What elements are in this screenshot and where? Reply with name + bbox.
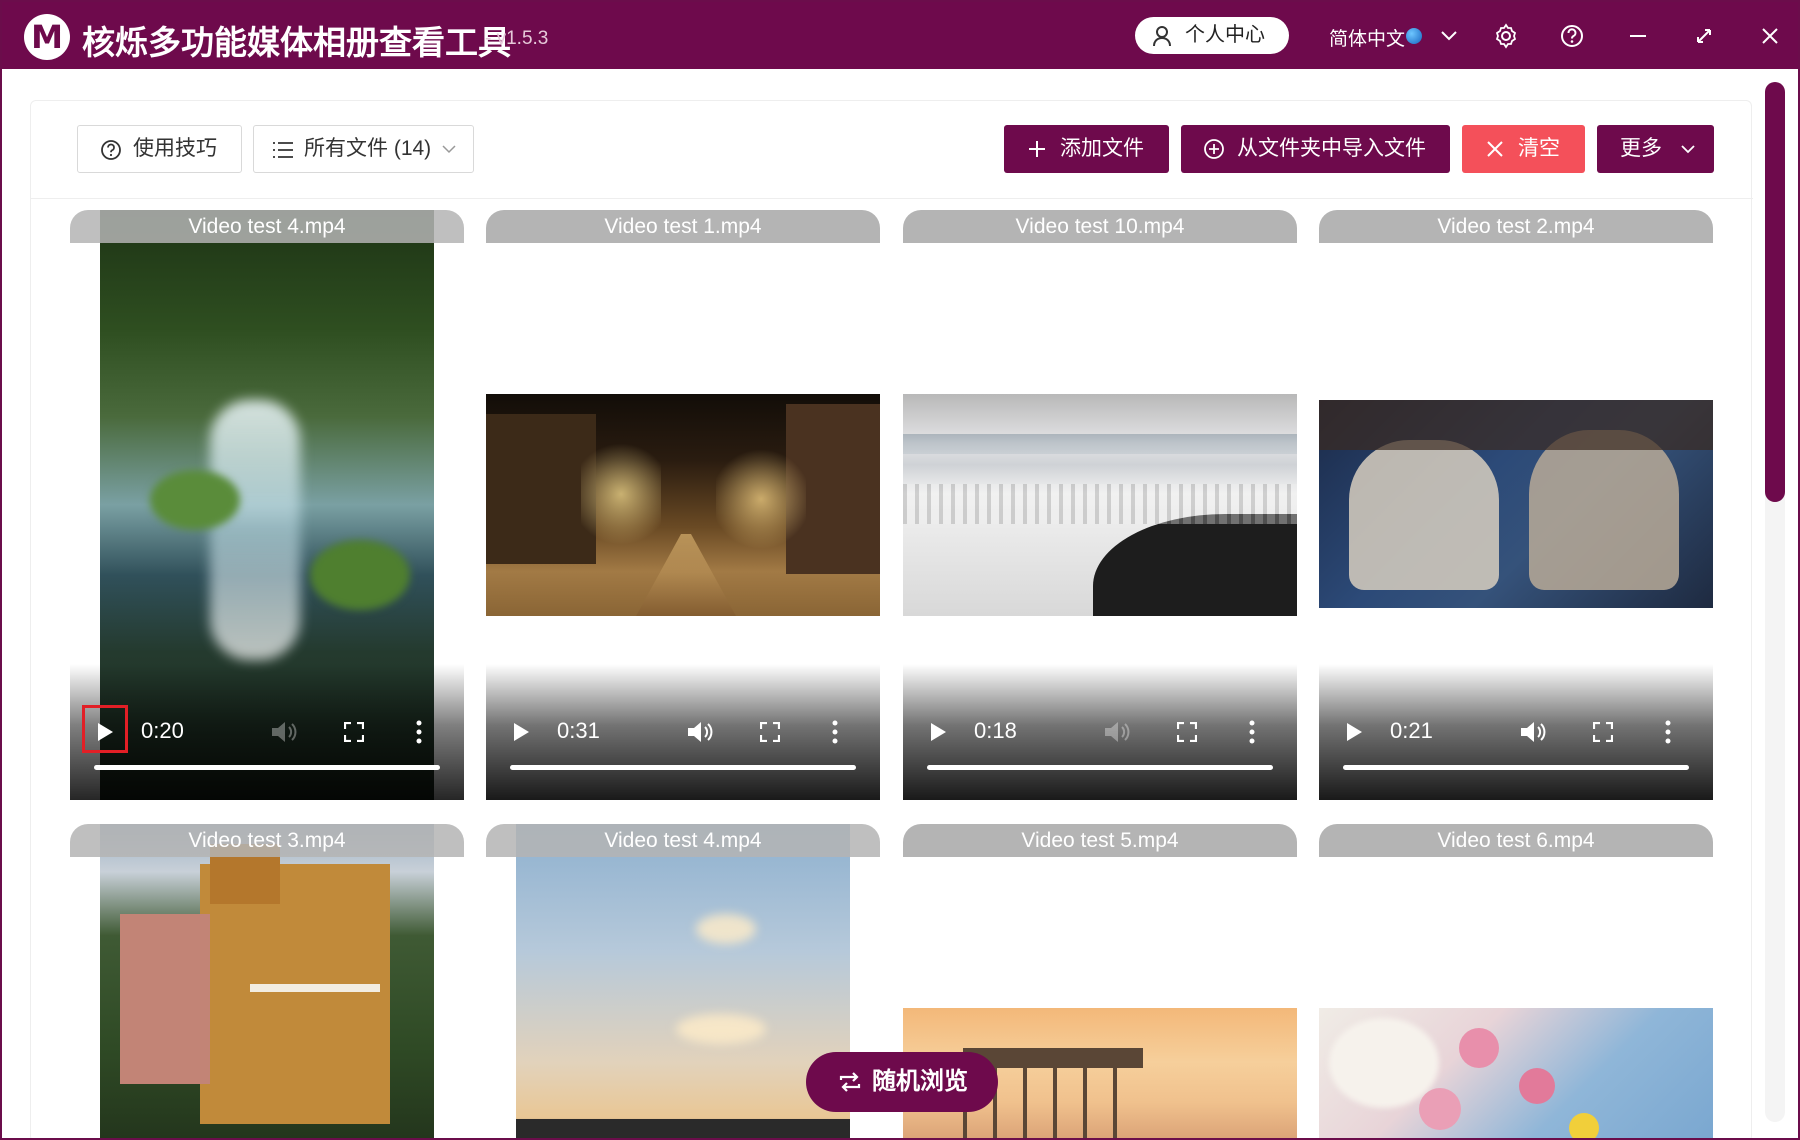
volume-icon[interactable]	[1103, 719, 1131, 745]
more-vertical-icon[interactable]	[1248, 720, 1256, 744]
video-title: Video test 5.mp4	[903, 824, 1297, 857]
video-controls: 0:20	[70, 664, 464, 800]
clear-label: 清空	[1518, 137, 1560, 160]
import-folder-button[interactable]: 从文件夹中导入文件	[1181, 125, 1450, 173]
video-time: 0:21	[1390, 718, 1433, 743]
video-thumbnail-birds-sky	[516, 824, 850, 1138]
user-center-label: 个人中心	[1185, 24, 1265, 46]
file-filter-label: 所有文件 (14)	[304, 137, 432, 160]
language-label: 简体中文	[1329, 29, 1406, 50]
app-version: - v1.5.3	[485, 28, 549, 49]
help-icon[interactable]	[1557, 21, 1587, 51]
add-files-label: 添加文件	[1060, 137, 1144, 160]
title-bar: M 核烁多功能媒体相册查看工具 - v1.5.3 个人中心 简体中文	[2, 2, 1798, 69]
progress-bar[interactable]	[94, 765, 440, 770]
video-card[interactable]: Video test 1.mp4 0:31	[486, 210, 880, 800]
content-panel: 使用技巧 所有文件 (14) 添加文件 从文件夹中导入文件 清空 更多 Vide…	[30, 100, 1753, 1138]
fullscreen-icon[interactable]	[344, 722, 364, 742]
fullscreen-icon[interactable]	[1177, 722, 1197, 742]
more-vertical-icon[interactable]	[1664, 720, 1672, 744]
volume-icon[interactable]	[1519, 719, 1547, 745]
video-card[interactable]: Video test 3.mp4	[70, 824, 464, 1138]
more-menu-button[interactable]: 更多	[1597, 125, 1714, 173]
file-filter-dropdown[interactable]: 所有文件 (14)	[253, 125, 474, 173]
video-time: 0:31	[557, 718, 600, 743]
progress-bar[interactable]	[510, 765, 856, 770]
tips-button[interactable]: 使用技巧	[77, 125, 242, 173]
play-icon[interactable]	[929, 722, 947, 742]
app-title: 核烁多功能媒体相册查看工具	[82, 23, 511, 62]
video-title: Video test 10.mp4	[903, 210, 1297, 243]
fullscreen-icon[interactable]	[760, 722, 780, 742]
video-thumbnail-snow-coast	[903, 394, 1297, 616]
volume-icon[interactable]	[686, 719, 714, 745]
app-window: M 核烁多功能媒体相册查看工具 - v1.5.3 个人中心 简体中文 使用技巧 …	[0, 0, 1800, 1140]
list-icon	[273, 142, 293, 158]
random-browse-label: 随机浏览	[872, 1068, 968, 1095]
maximize-icon[interactable]	[1689, 21, 1719, 51]
video-controls: 0:31	[486, 664, 880, 800]
chevron-down-icon[interactable]	[1434, 21, 1464, 51]
play-icon[interactable]	[512, 722, 530, 742]
add-circle-icon	[1204, 139, 1224, 159]
video-title: Video test 3.mp4	[70, 824, 464, 857]
import-folder-label: 从文件夹中导入文件	[1237, 137, 1426, 160]
help-icon	[101, 140, 121, 160]
gear-icon[interactable]	[1491, 21, 1521, 51]
play-icon[interactable]	[1345, 722, 1363, 742]
fullscreen-icon[interactable]	[1593, 722, 1613, 742]
video-title: Video test 2.mp4	[1319, 210, 1713, 243]
more-label: 更多	[1620, 137, 1662, 160]
close-icon[interactable]	[1755, 21, 1785, 51]
video-thumbnail-night-street	[486, 394, 880, 616]
plus-icon	[1029, 141, 1045, 157]
x-icon	[1487, 141, 1503, 157]
video-time: 0:20	[141, 718, 184, 743]
random-browse-button[interactable]: 随机浏览	[806, 1052, 998, 1112]
shuffle-icon	[839, 1072, 861, 1092]
clear-button[interactable]: 清空	[1462, 125, 1585, 173]
progress-bar[interactable]	[927, 765, 1273, 770]
globe-icon	[1406, 28, 1422, 44]
video-card[interactable]: Video test 10.mp4 0:18	[903, 210, 1297, 800]
app-logo: M	[24, 14, 70, 60]
scrollbar-thumb[interactable]	[1765, 82, 1785, 502]
video-time: 0:18	[974, 718, 1017, 743]
video-card[interactable]: Video test 4.mp4 0:20	[70, 210, 464, 800]
progress-bar[interactable]	[1343, 765, 1689, 770]
user-center-button[interactable]: 个人中心	[1135, 17, 1289, 54]
video-thumbnail-men-reading	[1319, 400, 1713, 608]
minimize-icon[interactable]	[1623, 21, 1653, 51]
video-title: Video test 4.mp4	[70, 210, 464, 243]
more-vertical-icon[interactable]	[415, 720, 423, 744]
chevron-down-icon	[1681, 145, 1695, 154]
video-card[interactable]: Video test 2.mp4 0:21	[1319, 210, 1713, 800]
video-thumbnail-villa	[100, 824, 434, 1138]
chevron-down-icon	[442, 145, 456, 154]
more-vertical-icon[interactable]	[831, 720, 839, 744]
play-icon[interactable]	[96, 722, 114, 742]
tips-label: 使用技巧	[133, 137, 217, 160]
language-selector[interactable]: 简体中文	[1329, 24, 1405, 51]
toolbar: 使用技巧 所有文件 (14) 添加文件 从文件夹中导入文件 清空 更多	[31, 101, 1753, 199]
add-files-button[interactable]: 添加文件	[1004, 125, 1169, 173]
video-controls: 0:21	[1319, 664, 1713, 800]
volume-icon[interactable]	[270, 719, 298, 745]
video-title: Video test 4.mp4	[486, 824, 880, 857]
video-thumbnail-flowers	[1319, 1008, 1713, 1138]
video-title: Video test 1.mp4	[486, 210, 880, 243]
video-card[interactable]: Video test 6.mp4	[1319, 824, 1713, 1138]
video-controls: 0:18	[903, 664, 1297, 800]
video-title: Video test 6.mp4	[1319, 824, 1713, 857]
user-icon	[1153, 26, 1171, 47]
